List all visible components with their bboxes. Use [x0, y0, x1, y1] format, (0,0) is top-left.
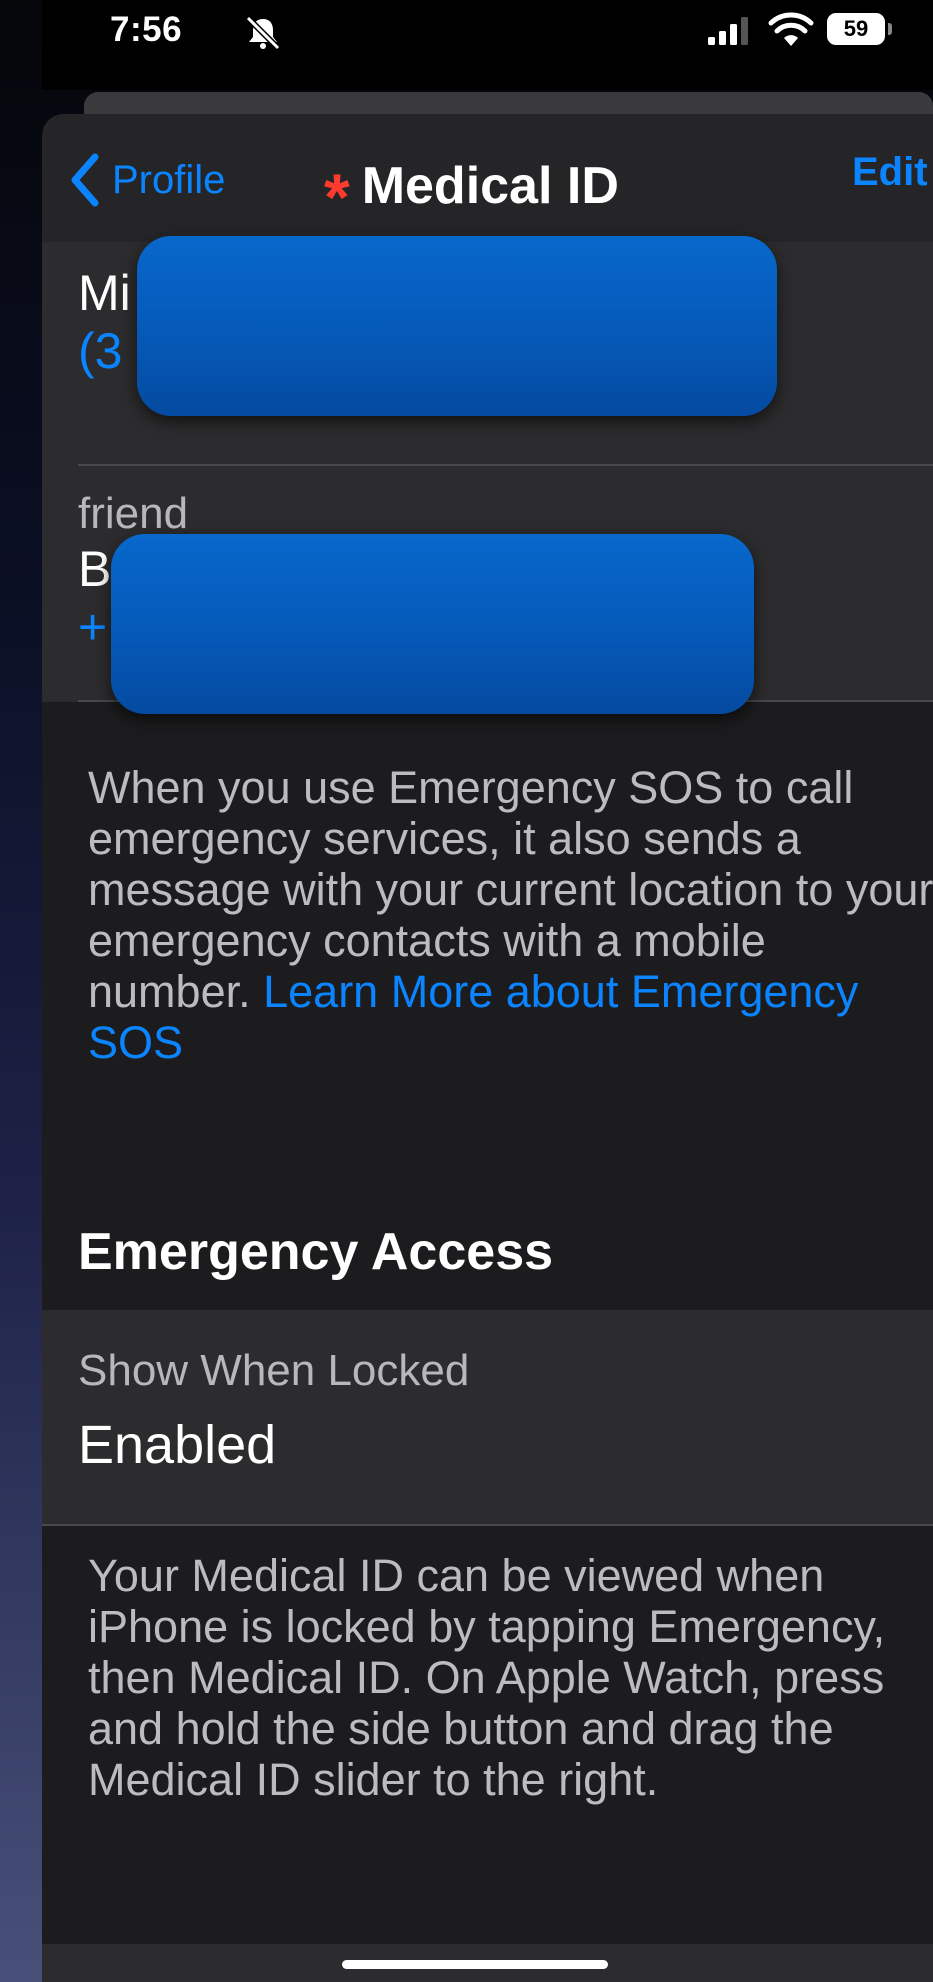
status-time: 7:56 [110, 10, 183, 49]
contact-relation: friend [78, 489, 189, 538]
screen: 7:56 59 Profile * Medical ID Edit Mi (3 … [0, 0, 933, 1982]
show-when-locked-row[interactable]: Show When Locked Enabled [42, 1310, 933, 1524]
sos-footer-note: When you use Emergency SOS to call emerg… [88, 762, 933, 1068]
setting-value: Enabled [78, 1415, 277, 1475]
emergency-access-note: Your Medical ID can be viewed when iPhon… [88, 1550, 886, 1805]
navigation-bar: Profile * Medical ID Edit [42, 114, 933, 242]
chevron-left-icon [71, 153, 99, 207]
bell-slash-icon [245, 16, 281, 50]
setting-label: Show When Locked [78, 1346, 470, 1395]
title-text: Medical ID [361, 157, 619, 215]
battery-icon: 59 [827, 13, 885, 45]
back-label: Profile [112, 157, 226, 202]
page-title: * Medical ID [324, 142, 619, 230]
divider [42, 1524, 933, 1526]
edit-button[interactable]: Edit [852, 150, 928, 195]
wifi-icon [768, 12, 814, 46]
section-header-emergency-access: Emergency Access [78, 1223, 554, 1281]
medical-asterisk-icon: * [324, 160, 350, 234]
home-indicator [342, 1960, 608, 1969]
back-button[interactable]: Profile [70, 150, 225, 210]
signal-icon [708, 17, 748, 45]
divider [78, 464, 933, 466]
redaction-box [111, 534, 754, 714]
medical-id-sheet: Profile * Medical ID Edit Mi (3 friend B… [42, 114, 933, 1982]
redaction-box [137, 236, 777, 416]
battery-cap [888, 23, 892, 35]
